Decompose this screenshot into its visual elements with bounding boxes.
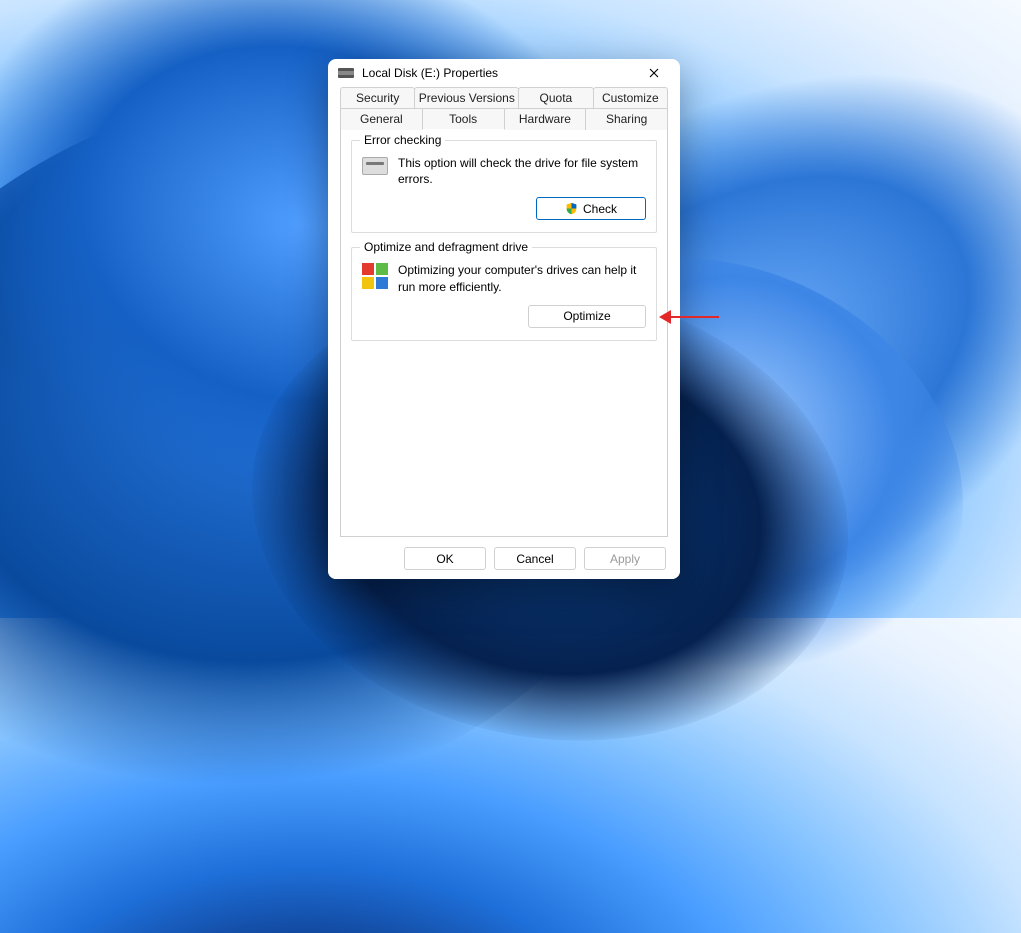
optimize-description: Optimizing your computer's drives can he… — [398, 262, 646, 294]
arrow-line — [667, 316, 719, 318]
ok-button[interactable]: OK — [404, 547, 486, 570]
defrag-icon — [362, 263, 388, 289]
optimize-button-label: Optimize — [563, 309, 610, 323]
group-optimize-legend: Optimize and defragment drive — [360, 240, 532, 254]
drive-icon — [338, 68, 354, 78]
tab-sharing[interactable]: Sharing — [585, 108, 668, 130]
group-error-checking: Error checking This option will check th… — [351, 140, 657, 233]
tab-quota[interactable]: Quota — [518, 87, 593, 108]
uac-shield-icon — [565, 202, 578, 215]
properties-dialog: Local Disk (E:) Properties Security Prev… — [328, 59, 680, 579]
close-icon — [649, 68, 659, 78]
tab-general[interactable]: General — [340, 108, 423, 130]
check-button-label: Check — [583, 202, 617, 216]
cancel-button[interactable]: Cancel — [494, 547, 576, 570]
tab-container: Security Previous Versions Quota Customi… — [328, 87, 680, 537]
tab-row-lower: General Tools Hardware Sharing — [340, 108, 668, 130]
titlebar[interactable]: Local Disk (E:) Properties — [328, 59, 680, 87]
error-checking-description: This option will check the drive for fil… — [398, 155, 646, 187]
close-button[interactable] — [634, 59, 674, 87]
tab-tools[interactable]: Tools — [422, 108, 505, 130]
tab-hardware[interactable]: Hardware — [504, 108, 587, 130]
tab-security[interactable]: Security — [340, 87, 415, 108]
group-optimize: Optimize and defragment drive Optimizing… — [351, 247, 657, 340]
dialog-title: Local Disk (E:) Properties — [362, 66, 634, 80]
annotation-arrow — [659, 310, 719, 324]
tab-previous-versions[interactable]: Previous Versions — [414, 87, 519, 108]
tab-panel-tools: Error checking This option will check th… — [340, 129, 668, 537]
tab-customize[interactable]: Customize — [593, 87, 668, 108]
check-button[interactable]: Check — [536, 197, 646, 220]
group-error-legend: Error checking — [360, 133, 445, 147]
hdd-icon — [362, 157, 388, 175]
dialog-footer: OK Cancel Apply — [328, 537, 680, 579]
apply-button[interactable]: Apply — [584, 547, 666, 570]
optimize-button[interactable]: Optimize — [528, 305, 646, 328]
tab-row-upper: Security Previous Versions Quota Customi… — [340, 87, 668, 108]
